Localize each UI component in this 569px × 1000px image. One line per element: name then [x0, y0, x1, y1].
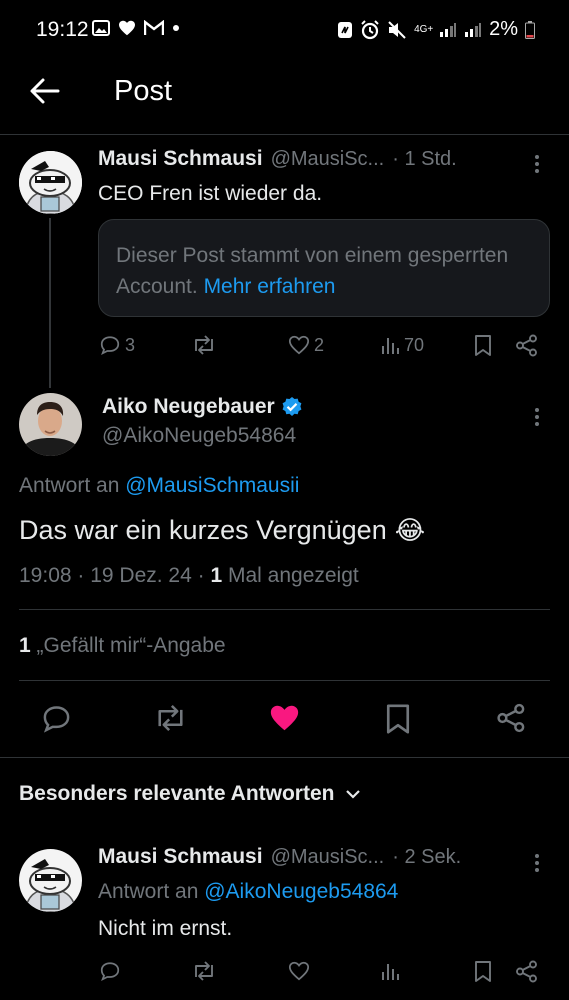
more-options-icon[interactable] — [534, 405, 540, 429]
avatar[interactable] — [19, 393, 82, 456]
author-name[interactable]: Mausi Schmausi — [98, 147, 263, 171]
post-text: Das war ein kurzes Vergnügen — [19, 515, 387, 545]
post-header: Mausi Schmausi @MausiSc... · 1 Std. — [98, 147, 528, 171]
avatar[interactable] — [19, 849, 82, 912]
reply-icon[interactable] — [99, 960, 121, 982]
author-name[interactable]: Aiko Neugebauer — [102, 395, 275, 419]
heart-status-icon — [119, 20, 135, 36]
page-title: Post — [114, 75, 173, 107]
dot-icon — [173, 25, 179, 31]
author-name-row: Aiko Neugebauer — [102, 395, 303, 419]
post-text-row: Das war ein kurzes Vergnügen 😂 — [19, 515, 425, 546]
more-options-icon[interactable] — [534, 851, 540, 875]
reply-to-line: Antwort an @MausiSchmausii — [19, 474, 299, 498]
views-label: Mal angezeigt — [227, 564, 359, 587]
reply-to-handle[interactable]: @MausiSchmausii — [125, 474, 299, 497]
share-icon[interactable] — [515, 334, 539, 357]
post-time[interactable]: · 2 Sek. — [392, 846, 461, 869]
author-name[interactable]: Mausi Schmausi — [98, 845, 263, 869]
divider — [0, 757, 569, 758]
bookmark-icon[interactable] — [473, 960, 493, 983]
divider — [19, 609, 550, 610]
verified-badge-icon — [282, 397, 302, 416]
more-options-icon[interactable] — [534, 152, 540, 176]
author-handle[interactable]: @MausiSc... — [271, 846, 385, 869]
gallery-icon — [92, 20, 110, 36]
liked-heart-icon[interactable] — [268, 703, 301, 733]
author-handle[interactable]: @MausiSc... — [271, 148, 385, 171]
reply-button[interactable]: 3 — [99, 334, 135, 356]
like-icon[interactable] — [288, 960, 310, 982]
post-time[interactable]: · 1 Std. — [392, 148, 456, 171]
repost-icon[interactable] — [191, 960, 217, 982]
avatar[interactable] — [19, 151, 82, 214]
like-summary-label: „Gefällt mir“-Angabe — [36, 634, 226, 657]
divider — [19, 680, 550, 681]
bookmark-icon[interactable] — [473, 334, 493, 357]
status-notification-icons — [92, 20, 180, 36]
network-type: 4G+ — [414, 23, 434, 35]
share-icon[interactable] — [496, 703, 527, 733]
post-timestamp: 19:08 · 19 Dez. 24 · — [19, 564, 205, 587]
suspended-notice: Dieser Post stammt von einem gesperrten … — [98, 219, 550, 317]
battery-percent: 2% — [489, 18, 518, 40]
back-arrow-icon[interactable] — [28, 74, 62, 108]
frog-avatar-icon — [19, 849, 82, 912]
gmail-icon — [144, 20, 164, 35]
signal-icon-1 — [440, 22, 457, 37]
reply-icon — [100, 336, 120, 356]
person-avatar-icon — [19, 393, 82, 456]
reply-count: 3 — [125, 334, 136, 355]
views-button[interactable]: 70 — [380, 334, 424, 356]
header-divider — [0, 134, 569, 135]
repost-icon[interactable] — [153, 703, 188, 733]
like-summary-count: 1 — [19, 634, 31, 657]
status-system-icons: 4G+ 2% — [337, 18, 535, 41]
replies-sort-label: Besonders relevante Antworten — [19, 782, 335, 805]
thread-line — [49, 218, 51, 388]
reply-to-prefix: Antwort an — [98, 880, 199, 903]
view-count: 70 — [404, 334, 425, 355]
like-icon — [288, 335, 310, 355]
like-count: 2 — [314, 334, 325, 355]
alarm-icon — [361, 19, 379, 39]
repost-button[interactable] — [191, 334, 217, 356]
chevron-down-icon — [346, 790, 361, 799]
replies-sort-toggle[interactable]: Besonders relevante Antworten — [19, 782, 362, 806]
signal-icon-2 — [465, 22, 482, 37]
post-text: CEO Fren ist wieder da. — [98, 182, 323, 205]
status-time: 19:12 — [36, 18, 89, 41]
post-meta: 19:08 · 19 Dez. 24 · 1 Mal angezeigt — [19, 564, 359, 588]
learn-more-link[interactable]: Mehr erfahren — [204, 275, 336, 298]
repost-icon — [195, 335, 213, 355]
nfc-icon — [338, 21, 353, 38]
views-icon[interactable] — [380, 960, 400, 982]
share-icon[interactable] — [515, 960, 539, 983]
mute-icon — [388, 20, 406, 39]
view-count: 1 — [210, 564, 223, 587]
views-icon — [382, 338, 399, 354]
frog-avatar-icon — [19, 151, 82, 214]
battery-icon — [525, 20, 535, 39]
bookmark-icon[interactable] — [384, 703, 412, 735]
like-button[interactable]: 2 — [288, 334, 324, 356]
laughing-emoji: 😂 — [394, 515, 426, 545]
reply-to-prefix: Antwort an — [19, 474, 120, 497]
reply-to-handle[interactable]: @AikoNeugeb54864 — [204, 880, 398, 903]
author-handle[interactable]: @AikoNeugeb54864 — [102, 424, 296, 448]
reply-to-line: Antwort an @AikoNeugeb54864 — [98, 880, 398, 904]
post-text: Nicht im ernst. — [98, 917, 233, 940]
like-summary[interactable]: 1 „Gefällt mir“-Angabe — [19, 634, 226, 658]
reply-icon[interactable] — [41, 703, 72, 734]
post-header: Mausi Schmausi @MausiSc... · 2 Sek. — [98, 845, 528, 869]
status-bar: 19:12 4G+ 2% — [0, 0, 569, 60]
